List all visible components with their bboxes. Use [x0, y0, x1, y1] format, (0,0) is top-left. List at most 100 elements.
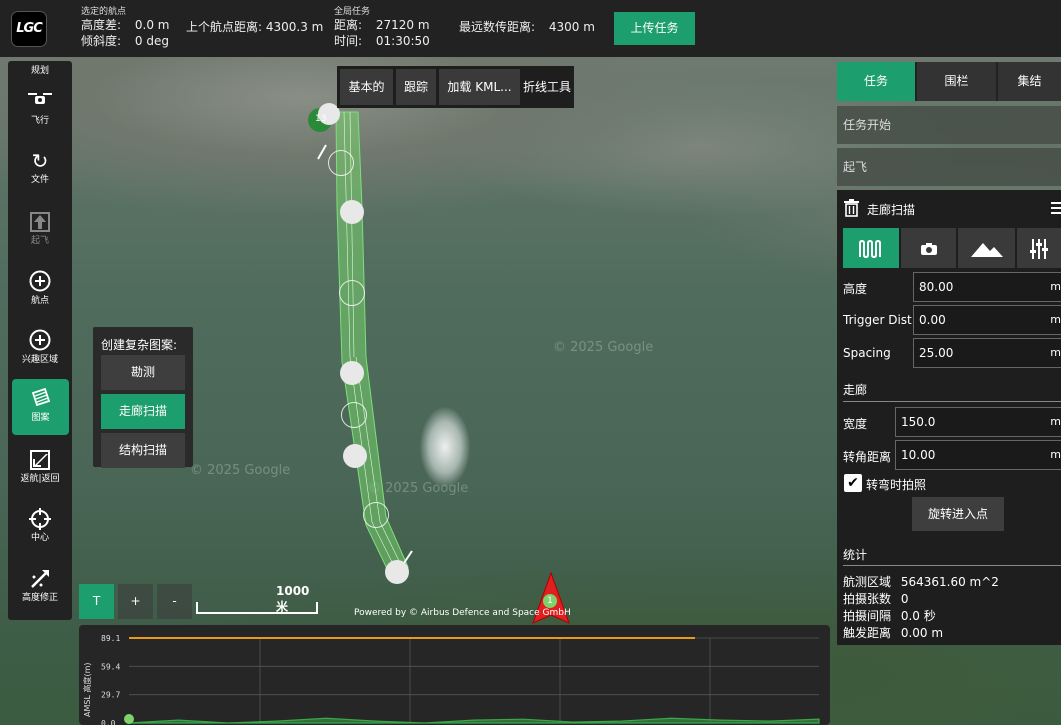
- corridor-vertex[interactable]: [340, 200, 364, 224]
- stat-value: 564361.60 m^2: [900, 575, 999, 589]
- trigger-dist-label: Trigger Dist: [843, 313, 912, 327]
- stats-divider: [843, 565, 1061, 566]
- elevation-chart: 89.1 59.4 29.7 0.0 AMSL 高度(m): [79, 625, 830, 725]
- camera-icon[interactable]: [901, 228, 956, 268]
- turnaround-input[interactable]: 10.00: [895, 440, 1061, 470]
- altitude-correct-button[interactable]: 高度修正: [8, 567, 72, 604]
- top-toolbar: LGC 选定的航点 高度差: 0.0 m 倾斜度: 0 deg 上个航点距离: …: [0, 0, 1061, 57]
- corridor-vertex[interactable]: [339, 280, 365, 306]
- corridor-vertex[interactable]: [363, 502, 389, 528]
- basic-button[interactable]: 基本的: [340, 69, 393, 105]
- prev-dist-label: 上个航点距离:: [186, 20, 263, 34]
- chart-start-marker: [124, 714, 134, 724]
- spacing-unit: m: [1050, 346, 1061, 359]
- turnaround-label: 转角距离: [843, 450, 892, 464]
- distance-label: 距离:: [334, 18, 363, 32]
- app-logo[interactable]: LGC: [11, 11, 47, 47]
- fly-button[interactable]: 飞行: [8, 90, 72, 127]
- structure-scan-button[interactable]: 结构扫描: [101, 433, 185, 468]
- zoom-out-button[interactable]: -: [157, 584, 192, 619]
- sync-icon: ↻: [31, 149, 49, 173]
- scale-bar: [196, 602, 318, 614]
- corridor-vertex[interactable]: [343, 444, 367, 468]
- stat-label: 触发距离: [843, 626, 892, 640]
- alt-diff-value: 0.0 m: [134, 18, 170, 32]
- y-tick-label: 59.4: [101, 662, 120, 671]
- stat-value: 0.0 秒: [900, 609, 936, 623]
- survey-button[interactable]: 勘测: [101, 355, 185, 390]
- trigger-dist-input[interactable]: 0.00: [913, 305, 1061, 335]
- width-input[interactable]: 150.0: [895, 407, 1061, 437]
- time-value: 01:30:50: [375, 34, 430, 48]
- crosshair-icon: [8, 507, 72, 533]
- tab-geofence[interactable]: 围栏: [917, 62, 996, 101]
- width-unit: m: [1050, 415, 1061, 428]
- sliders-icon[interactable]: [1017, 228, 1061, 268]
- stat-label: 拍摄张数: [843, 592, 892, 606]
- hamburger-icon[interactable]: [1051, 201, 1061, 215]
- polyline-tool-button[interactable]: 折线工具: [520, 69, 574, 105]
- mission-heading: 全局任务: [334, 7, 371, 17]
- track-button[interactable]: 跟踪: [396, 69, 436, 105]
- plan-toolbar: 规划 飞行 ↻ 文件 起飞 航点 兴趣区域 图案 返航|返回 中心 高度修正: [8, 61, 72, 620]
- altitude-label: 高度: [843, 282, 868, 296]
- stats-heading: 统计: [843, 548, 868, 562]
- altitude-input[interactable]: 80.00: [913, 272, 1061, 302]
- pattern-popup-title: 创建复杂图案:: [101, 338, 178, 352]
- trash-icon[interactable]: [843, 199, 860, 220]
- stat-row: 拍摄张数 0: [843, 590, 908, 607]
- home-marker[interactable]: 1: [543, 594, 557, 608]
- alt-diff-label: 高度差:: [81, 18, 122, 32]
- terrain-toggle-button[interactable]: T: [79, 584, 114, 619]
- corridor-divider: [843, 401, 1061, 402]
- takeoff-button[interactable]: 起飞: [8, 210, 72, 247]
- corridor-vertex[interactable]: [328, 150, 354, 176]
- waypoint-button[interactable]: 航点: [8, 270, 72, 307]
- return-button[interactable]: 返航|返回: [8, 448, 72, 485]
- pattern-icon: [12, 387, 69, 413]
- corridor-vertex[interactable]: [341, 402, 367, 428]
- max-telem-value: 4300 m: [548, 20, 595, 34]
- pattern-button[interactable]: 图案: [12, 379, 69, 435]
- mission-start-item[interactable]: 任务开始: [837, 106, 1061, 144]
- selected-waypoint-heading: 选定的航点: [81, 7, 127, 17]
- corridor-scan-button[interactable]: 走廊扫描: [101, 394, 185, 429]
- corridor-vertex[interactable]: [385, 560, 409, 584]
- stat-label: 航测区域: [843, 575, 892, 589]
- file-button[interactable]: ↻ 文件: [8, 149, 72, 186]
- tab-mission[interactable]: 任务: [837, 62, 915, 101]
- gradient-value: 0 deg: [134, 34, 169, 48]
- spacing-label: Spacing: [843, 346, 891, 360]
- editor-title: 走廊扫描: [867, 203, 916, 217]
- roi-button[interactable]: 兴趣区域: [8, 329, 72, 366]
- prev-dist-value: 4300.3 m: [265, 20, 324, 34]
- zoom-in-button[interactable]: +: [118, 584, 153, 619]
- rotate-entry-button[interactable]: 旋转进入点: [912, 497, 1004, 531]
- corridor-vertex[interactable]: [340, 361, 364, 385]
- takeoff-item[interactable]: 起飞: [837, 148, 1061, 186]
- upload-mission-button[interactable]: 上传任务: [614, 12, 695, 45]
- load-kml-button[interactable]: 加载 KML...: [439, 69, 520, 105]
- stat-row: 航测区域 564361.60 m^2: [843, 573, 999, 590]
- max-telem-label: 最远数传距离:: [459, 20, 536, 34]
- terrain-icon: [8, 567, 72, 593]
- spacing-input[interactable]: 25.00: [913, 338, 1061, 368]
- turnaround-unit: m: [1050, 448, 1061, 461]
- map-scale: 1000 米: [196, 584, 320, 614]
- tab-rally[interactable]: 集结: [998, 62, 1061, 101]
- center-button[interactable]: 中心: [8, 507, 72, 544]
- editor-section-tabs: [843, 228, 1061, 268]
- y-tick-label: 0.0: [101, 719, 116, 725]
- plus-circle-icon: [8, 329, 72, 355]
- y-tick-label: 29.7: [101, 691, 120, 700]
- terrain-mountain-icon[interactable]: [958, 228, 1015, 268]
- pattern-popup: 创建复杂图案: 勘测 走廊扫描 结构扫描: [93, 327, 193, 468]
- plan-tabs: 任务 围栏 集结: [837, 62, 1061, 101]
- editor-header: 走廊扫描: [837, 190, 1061, 226]
- corridor-heading: 走廊: [843, 383, 868, 397]
- takeoff-icon: [8, 210, 72, 236]
- photo-in-turn-checkbox[interactable]: ✔: [844, 474, 862, 492]
- waveform-icon[interactable]: [843, 228, 899, 268]
- map-tools-bar: 基本的 跟踪 加载 KML... 折线工具: [337, 66, 574, 108]
- y-axis-label: AMSL 高度(m): [82, 663, 92, 718]
